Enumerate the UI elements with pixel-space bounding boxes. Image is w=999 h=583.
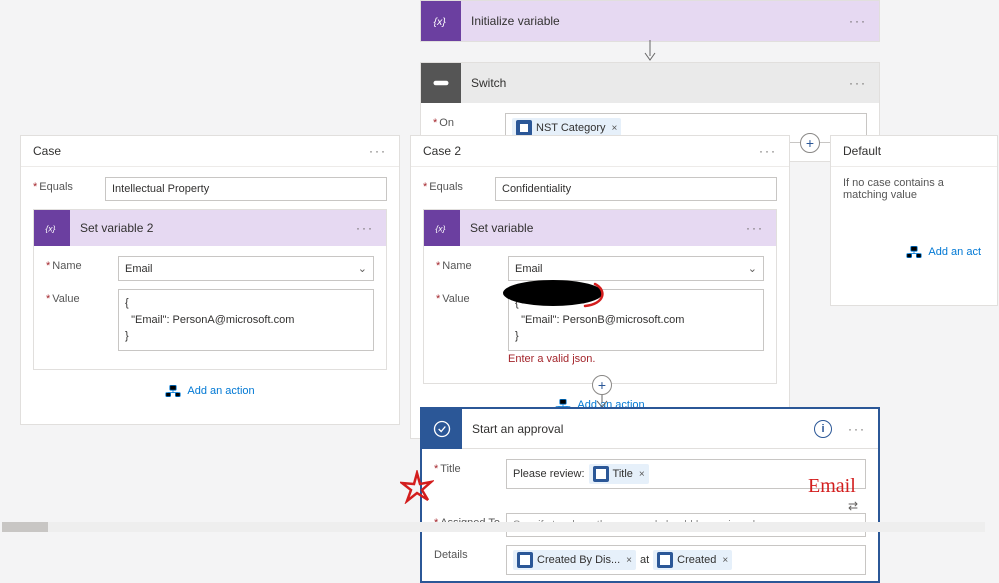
case2-title[interactable]: Case 2 <box>423 144 461 158</box>
default-desc: If no case contains a matching value <box>843 177 985 201</box>
token-remove[interactable]: × <box>637 469 645 480</box>
token-created-by[interactable]: Created By Dis... × <box>513 550 636 570</box>
details-field[interactable]: Created By Dis... × at Created × <box>506 545 866 575</box>
more-menu[interactable]: ··· <box>837 14 879 28</box>
switch-icon <box>421 63 461 103</box>
svg-text:{x}: {x} <box>434 16 447 28</box>
token-remove[interactable]: × <box>720 555 728 566</box>
add-action-link[interactable]: Add an act <box>843 231 985 265</box>
setvar2-title[interactable]: Set variable 2 <box>70 221 344 235</box>
insert-step-button[interactable]: + <box>592 375 612 395</box>
setvar-value-input[interactable]: { "Email": PersonB@microsoft.com } <box>508 289 764 351</box>
variable-icon: {x} <box>424 210 460 246</box>
approval-title-field[interactable]: Please review: Title × <box>506 459 866 489</box>
setvar-title[interactable]: Set variable <box>460 221 734 235</box>
svg-text:{x}: {x} <box>45 223 55 233</box>
setvar-name-select[interactable]: Email⌄ <box>508 256 764 281</box>
more-menu[interactable]: ··· <box>734 221 776 235</box>
info-icon[interactable]: i <box>814 420 832 438</box>
approval-icon <box>422 409 462 449</box>
more-menu[interactable]: ··· <box>344 221 386 235</box>
add-case-button[interactable]: + <box>800 133 820 153</box>
name-label: Name <box>46 256 118 272</box>
value-label: Value <box>46 289 118 305</box>
equals-label: Equals <box>33 177 105 193</box>
token-created[interactable]: Created × <box>653 550 732 570</box>
setvar2-name-select[interactable]: Email⌄ <box>118 256 374 281</box>
variable-icon: {x} <box>34 210 70 246</box>
case1-equals-input[interactable]: Intellectual Property <box>105 177 387 201</box>
token-title[interactable]: Title × <box>589 464 649 484</box>
approval-title[interactable]: Start an approval <box>462 422 814 436</box>
token-remove[interactable]: × <box>624 555 632 566</box>
equals-label: Equals <box>423 177 495 193</box>
value-label: Value <box>436 289 508 305</box>
reorder-icon[interactable]: ⇄ <box>434 497 866 513</box>
variable-icon: {x} <box>421 1 461 41</box>
setvar2-value-input[interactable]: { "Email": PersonA@microsoft.com } <box>118 289 374 351</box>
add-action-link[interactable]: Add an action <box>33 370 387 404</box>
case1-title[interactable]: Case <box>33 144 61 158</box>
more-menu[interactable]: ··· <box>836 422 878 436</box>
default-title[interactable]: Default <box>843 144 881 158</box>
horizontal-scrollbar[interactable] <box>2 522 985 532</box>
token-remove[interactable]: × <box>610 123 618 134</box>
more-menu[interactable]: ··· <box>369 144 387 158</box>
on-label: On <box>433 113 505 129</box>
more-menu[interactable]: ··· <box>837 76 879 90</box>
switch-title[interactable]: Switch <box>461 76 837 90</box>
details-label: Details <box>434 545 506 561</box>
init-variable-title[interactable]: Initialize variable <box>461 14 837 28</box>
name-label: Name <box>436 256 508 272</box>
svg-text:{x}: {x} <box>435 223 445 233</box>
more-menu[interactable]: ··· <box>759 144 777 158</box>
case2-equals-input[interactable]: Confidentiality <box>495 177 777 201</box>
json-error: Enter a valid json. <box>508 353 764 365</box>
approval-title-label: Title <box>434 459 506 475</box>
